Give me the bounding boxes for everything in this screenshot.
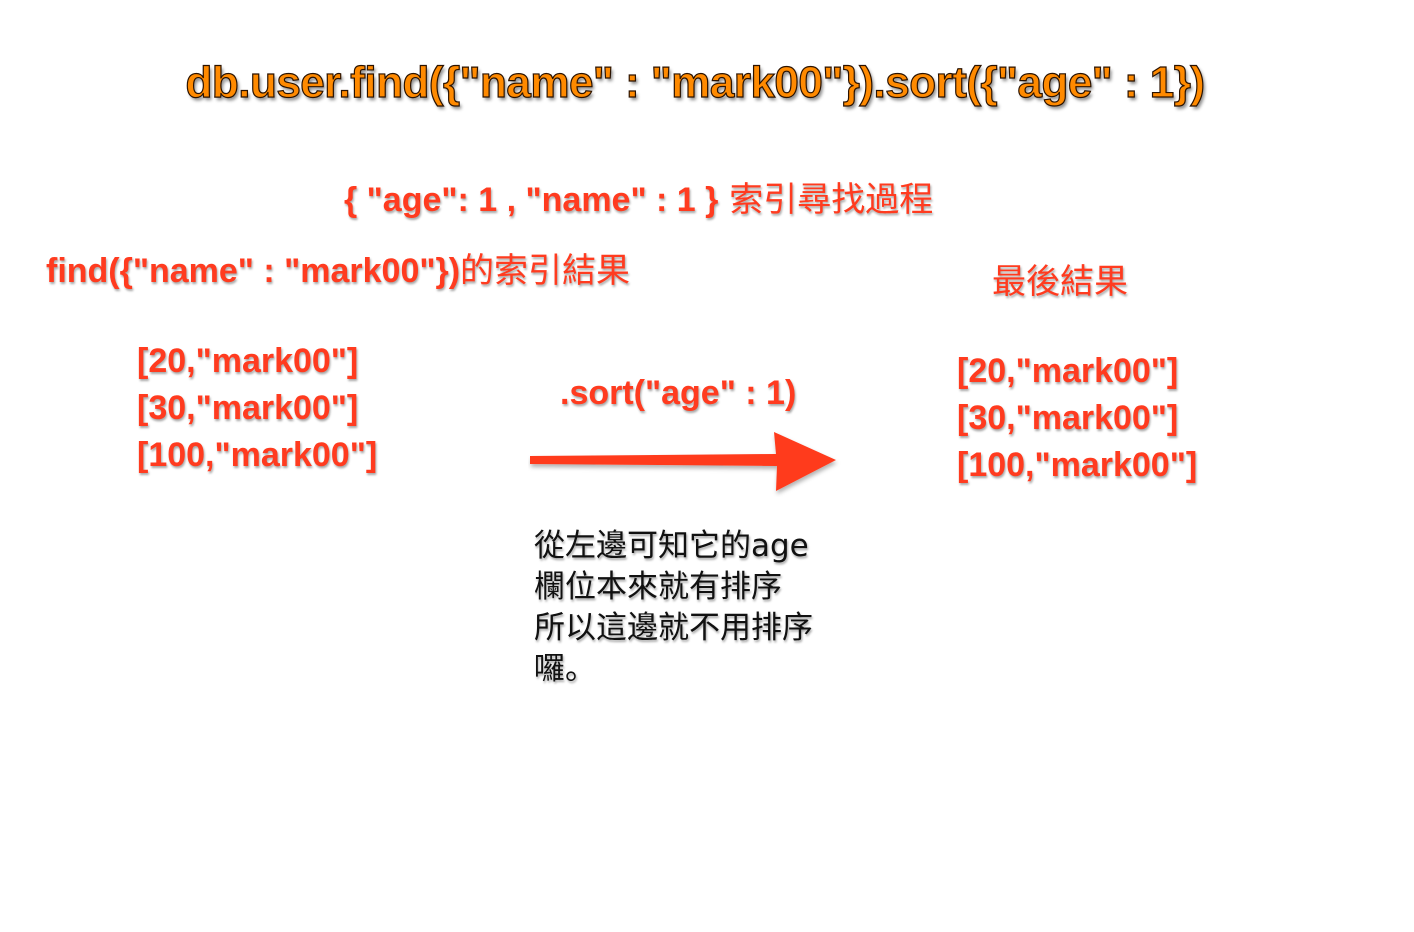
list-item: [30,"mark00"] [137,389,359,427]
explanation-note: 從左邊可知它的age 欄位本來就有排序 所以這邊就不用排序 囉。 [534,526,813,690]
query-title: db.user.find({"name" : "mark00"}).sort({… [185,57,1206,107]
final-result-list: [20,"mark00"] [30,"mark00"] [100,"mark00… [957,348,1197,489]
final-result-label: 最後結果 [992,262,1128,302]
sort-operation-label: .sort("age" : 1) [560,374,797,412]
note-line: 欄位本來就有排序 [534,569,782,605]
find-result-code: find({"name" : "mark00"}) [46,252,461,290]
find-result-label: find({"name" : "mark00"})的索引結果 [46,243,630,292]
index-subtitle-text: 索引尋找過程 [718,180,934,220]
find-result-text: 的索引結果 [460,251,631,291]
list-item: [20,"mark00"] [957,352,1179,390]
note-line: 所以這邊就不用排序 [534,610,813,646]
slide-canvas: db.user.find({"name" : "mark00"}).sort({… [0,0,1414,932]
index-spec: { "age": 1 , "name" : 1 } [344,181,719,219]
list-item: [100,"mark00"] [957,446,1198,484]
find-result-list: [20,"mark00"] [30,"mark00"] [100,"mark00… [137,338,377,479]
right-arrow-icon [530,432,836,491]
list-item: [30,"mark00"] [957,399,1179,437]
note-line: 從左邊可知它的age [534,528,809,564]
list-item: [100,"mark00"] [137,436,378,474]
list-item: [20,"mark00"] [137,342,359,380]
index-subtitle: { "age": 1 , "name" : 1 } 索引尋找過程 [344,172,933,221]
note-line: 囉。 [534,651,596,687]
